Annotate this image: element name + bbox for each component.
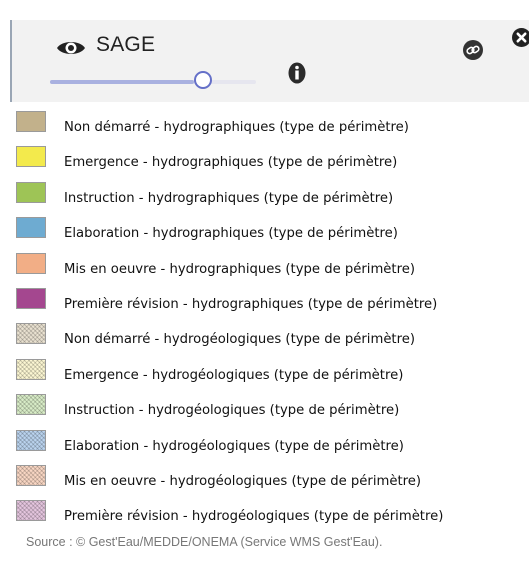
legend-item: Emergence - hydrogéologiques (type de pé… [16,358,529,394]
layer-header: SAGE [10,20,529,102]
legend-label: Mis en oeuvre - hydrogéologiques (type d… [64,473,422,489]
legend-item: Instruction - hydrogéologiques (type de … [16,394,529,429]
legend-label: Emergence - hydrographiques (type de pér… [64,155,398,171]
legend-label: Emergence - hydrogéologiques (type de pé… [64,367,404,383]
legend-swatch [16,111,46,132]
legend-label: Mis en oeuvre - hydrographiques (type de… [64,261,415,277]
opacity-slider[interactable] [50,80,256,84]
legend-swatch [16,252,46,274]
source-attribution: Source : © Gest'Eau/MEDDE/ONEMA (Service… [26,535,383,549]
legend-swatch [16,358,46,380]
legend-item: Elaboration - hydrographiques (type de p… [16,217,529,252]
legend-swatch [16,323,46,345]
legend-swatch [16,181,46,203]
legend-label: Première révision - hydrogéologiques (ty… [64,509,444,525]
legend-swatch [16,500,46,522]
legend-swatch [16,287,46,309]
legend-label: Elaboration - hydrographiques (type de p… [64,226,398,242]
opacity-slider-fill [50,80,195,84]
legend-item: Mis en oeuvre - hydrographiques (type de… [16,252,529,288]
legend-item: Elaboration - hydrogéologiques (type de … [16,429,529,465]
legend-label: Non démarré - hydrographiques (type de p… [64,120,409,135]
layer-title: SAGE [96,33,156,56]
legend-item: Non démarré - hydrogéologiques (type de … [16,323,529,358]
legend-item: Emergence - hydrographiques (type de pér… [16,146,529,181]
legend-swatch [16,217,46,239]
legend-item: Instruction - hydrographiques (type de p… [16,181,529,217]
legend-item: Mis en oeuvre - hydrogéologiques (type d… [16,464,529,500]
legend-item: Première révision - hydrographiques (typ… [16,287,529,323]
info-icon[interactable] [288,62,306,84]
legend-swatch [16,464,46,486]
link-icon[interactable] [463,40,483,60]
legend-label: Instruction - hydrogéologiques (type de … [64,403,400,419]
close-icon[interactable] [512,28,529,47]
legend-swatch [16,394,46,416]
legend-swatch [16,429,46,451]
legend-label: Elaboration - hydrogéologiques (type de … [64,438,404,454]
legend-label: Non démarré - hydrogéologiques (type de … [64,332,415,348]
opacity-slider-thumb[interactable] [194,71,212,89]
legend-label: Première révision - hydrographiques (typ… [64,296,438,312]
legend-item: Première révision - hydrogéologiques (ty… [16,500,529,535]
legend-item: Non démarré - hydrographiques (type de p… [16,111,529,146]
legend-list: Non démarré - hydrographiques (type de p… [16,111,529,536]
legend-label: Instruction - hydrographiques (type de p… [64,190,394,206]
legend-swatch [16,146,46,168]
eye-icon[interactable] [56,39,86,57]
